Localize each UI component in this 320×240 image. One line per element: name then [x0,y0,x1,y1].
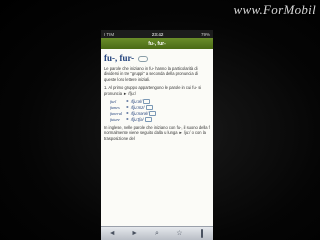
battery-label: 79% [200,31,210,37]
carrier-label: I TIM [104,31,115,37]
example-pronunciation: /fju:tʃə/ [131,116,144,122]
example-pronunciation: /fju:əl/ [131,98,143,104]
status-bar: I TIM 23:42 79% [101,30,213,38]
headword: fu-, fur- [104,53,210,63]
example-pronunciation: /fju:nərəl/ [131,110,149,116]
speaker-icon[interactable] [144,116,152,122]
search-icon[interactable]: ⌕ [151,230,163,237]
section-2-text: In inglese, nelle parole che iniziano co… [104,125,210,141]
page-title: fu-, fur- [148,40,166,47]
example-word: fuel [110,98,117,104]
title-bar: fu-, fur- [101,38,213,49]
example-pronunciation: /fju:mz/ [131,104,145,110]
book-icon[interactable] [196,229,208,238]
dictionary-content[interactable]: fu-, fur- Le parole che iniziano in fu- … [101,49,213,227]
section-1-text: 1. Al primo gruppo appartengono le parol… [104,85,202,96]
examples-list: fuel ► /fju:əl/ fumes ► /fju:mz/ funeral… [110,98,210,122]
speaker-icon[interactable] [149,110,157,116]
example-row: future ► /fju:tʃə/ [110,116,210,122]
headword-text: fu-, fur- [104,53,135,63]
speaker-icon[interactable] [143,98,151,104]
bookmark-icon[interactable]: ☆ [173,230,185,237]
forward-arrow-icon[interactable]: ► [129,230,141,237]
example-word: funeral [110,110,123,116]
clock-label: 23:42 [151,31,164,37]
bottom-toolbar: ◄ ► ⌕ ☆ [101,226,213,240]
speaker-icon[interactable] [145,104,153,110]
speaker-icon[interactable] [138,55,149,62]
intro-paragraph: Le parole che iniziano in fu- hanno la p… [104,66,198,82]
example-word: future [110,116,120,122]
watermark-text: www.ForMobil [233,2,316,17]
phone-screen: I TIM 23:42 79% fu-, fur- fu-, fur- Le p… [101,30,213,240]
back-arrow-icon[interactable]: ◄ [106,230,118,237]
example-word: fumes [110,104,120,110]
